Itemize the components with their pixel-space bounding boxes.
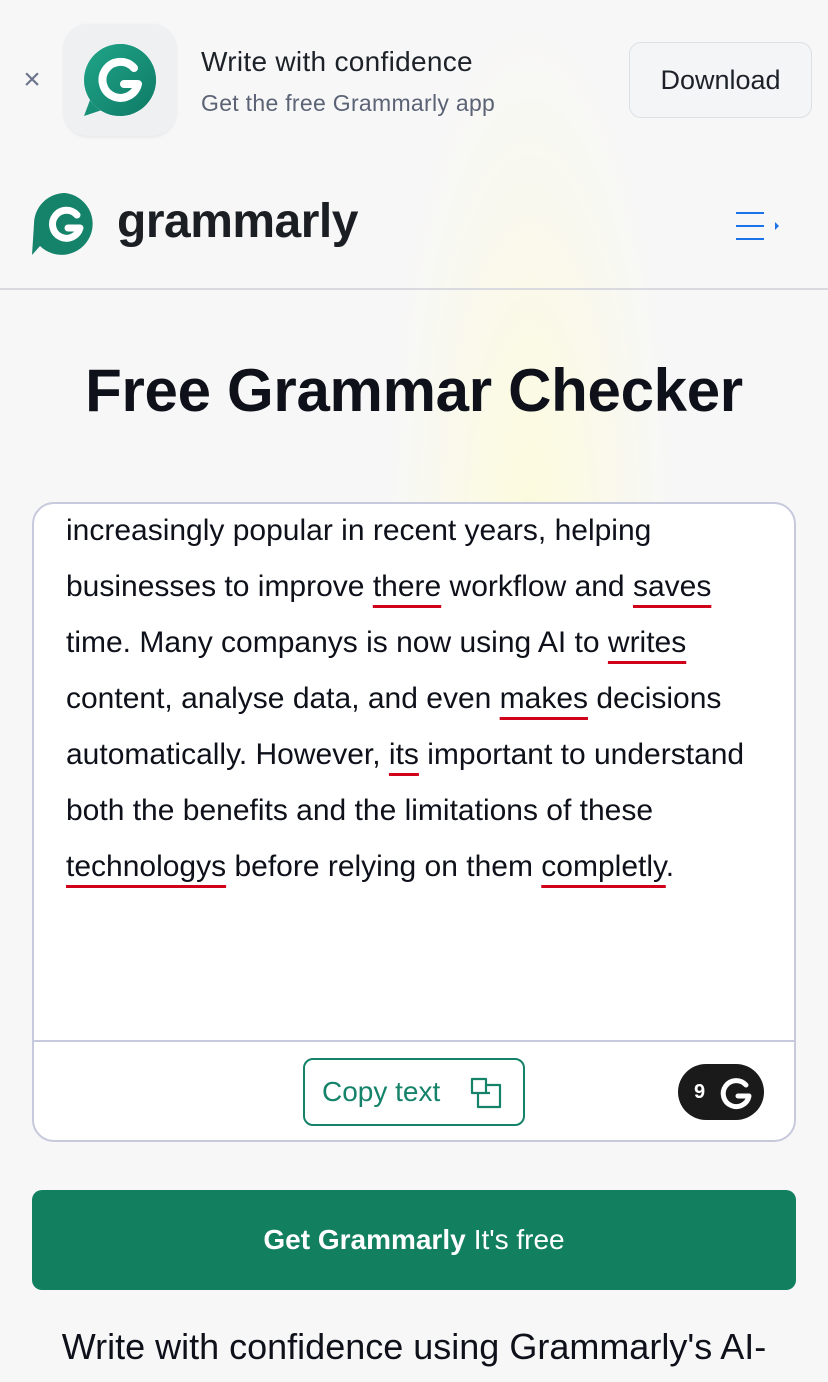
tagline: Write with confidence using Grammarly's … bbox=[61, 1326, 767, 1367]
copy-icon bbox=[470, 1077, 502, 1109]
grammarly-g-icon bbox=[84, 44, 156, 116]
error-word[interactable]: saves bbox=[633, 570, 711, 603]
grammarly-g-icon bbox=[720, 1078, 752, 1110]
suggestion-count: 9 bbox=[694, 1080, 706, 1103]
close-icon[interactable]: × bbox=[14, 62, 50, 98]
text-segment: workflow and bbox=[441, 570, 633, 603]
hamburger-menu-icon[interactable] bbox=[732, 206, 788, 246]
cta-strong-text: Get Grammarly bbox=[263, 1224, 466, 1255]
grammar-editor: increasingly popular in recent years, he… bbox=[32, 502, 796, 1142]
text-segment: content, analyse data, and even bbox=[66, 682, 500, 715]
suggestion-count-badge[interactable]: 9 bbox=[678, 1064, 764, 1120]
get-grammarly-button[interactable]: Get Grammarly It's free bbox=[32, 1190, 796, 1290]
text-segment: . bbox=[665, 850, 675, 883]
editor-textarea[interactable]: increasingly popular in recent years, he… bbox=[66, 504, 776, 1035]
grammarly-app-icon[interactable] bbox=[64, 24, 176, 136]
error-word[interactable]: writes bbox=[608, 626, 686, 659]
error-word[interactable]: makes bbox=[500, 682, 588, 715]
site-header: grammarly bbox=[0, 160, 828, 290]
text-segment: time. Many companys is now using AI to bbox=[66, 626, 608, 659]
editor-footer: Copy text 9 bbox=[34, 1040, 794, 1140]
error-word[interactable]: there bbox=[373, 570, 441, 603]
error-word[interactable]: its bbox=[389, 738, 419, 771]
grammarly-logo-icon[interactable] bbox=[32, 192, 98, 256]
banner-title: Write with confidence bbox=[201, 46, 473, 77]
copy-text-button[interactable]: Copy text bbox=[303, 1058, 525, 1126]
error-word[interactable]: technologys bbox=[66, 850, 226, 883]
download-button[interactable]: Download bbox=[629, 42, 812, 118]
text-segment: before relying on them bbox=[226, 850, 542, 883]
copy-text-label: Copy text bbox=[322, 1076, 441, 1107]
cta-rest-text: It's free bbox=[473, 1224, 565, 1255]
error-word[interactable]: completly bbox=[541, 850, 665, 883]
app-download-banner: × Write with confidence Get the free Gra… bbox=[0, 0, 828, 160]
banner-subtitle: Get the free Grammarly app bbox=[201, 90, 496, 116]
logo-wordmark[interactable]: grammarly bbox=[117, 194, 358, 249]
page-title: Free Grammar Checker bbox=[85, 357, 743, 424]
